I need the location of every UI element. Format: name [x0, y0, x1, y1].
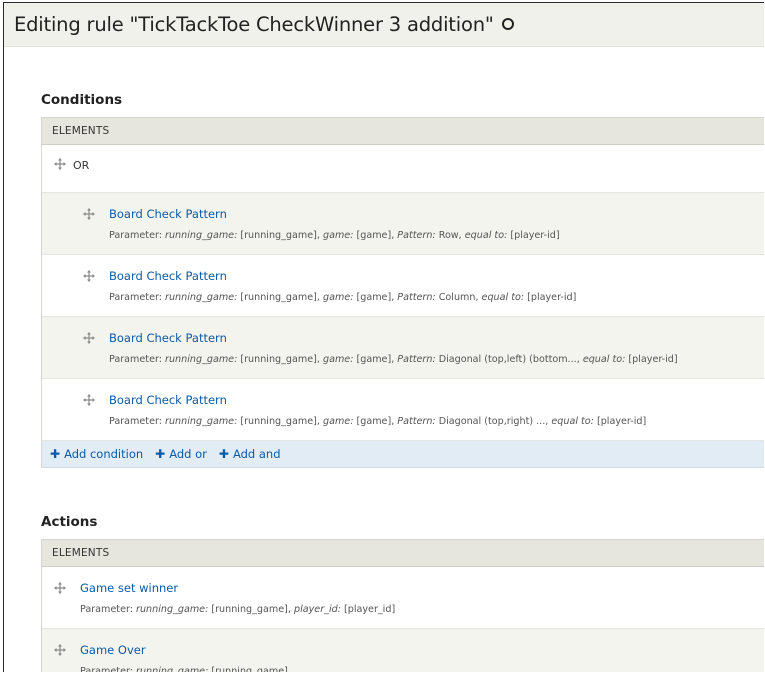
add-condition-link[interactable]: ✚ Add condition — [50, 447, 143, 461]
parameter-key: equal to: — [481, 292, 525, 303]
parameter-prefix: Parameter: — [109, 416, 166, 427]
parameter-value: [player-id] — [524, 292, 577, 303]
action-list: Game set winner Parameter: running_game: … — [42, 567, 764, 672]
parameter-key: Pattern: — [397, 230, 436, 241]
parameter-key: running_game: — [136, 604, 209, 615]
actions-table-header: ELEMENTS — [42, 540, 764, 567]
parameter-summary: Parameter: running_game: [running_game] — [80, 666, 288, 672]
parameter-prefix: Parameter: — [109, 292, 166, 303]
action-row: Game set winner Parameter: running_game: … — [42, 567, 764, 629]
condition-row: Board Check Pattern Parameter: running_ga… — [42, 317, 764, 379]
parameter-value: [game], — [353, 416, 398, 427]
condition-label[interactable]: Board Check Pattern — [109, 207, 227, 221]
parameter-value: [running_game], — [237, 416, 323, 427]
action-row: Game Over Parameter: running_game: [runni… — [42, 629, 764, 672]
conditions-table-header: ELEMENTS — [42, 118, 764, 145]
parameter-key: running_game: — [136, 666, 209, 672]
drag-handle-icon[interactable] — [83, 208, 95, 220]
parameter-summary: Parameter: running_game: [running_game],… — [109, 354, 678, 365]
parameter-prefix: Parameter: — [80, 604, 137, 615]
parameter-key: running_game: — [165, 292, 238, 303]
condition-row: Board Check Pattern Parameter: running_ga… — [42, 255, 764, 317]
condition-label[interactable]: Board Check Pattern — [109, 331, 227, 345]
condition-label[interactable]: Board Check Pattern — [109, 269, 227, 283]
parameter-summary: Parameter: running_game: [running_game],… — [109, 292, 576, 303]
drag-handle-icon[interactable] — [83, 270, 95, 282]
page-title: Editing rule "TickTackToe CheckWinner 3 … — [14, 13, 494, 36]
parameter-value: [running_game] — [208, 666, 288, 672]
parameter-value: Row, — [435, 230, 465, 241]
parameter-key: game: — [322, 292, 354, 303]
parameter-summary: Parameter: running_game: [running_game],… — [80, 604, 395, 615]
rule-editor-frame: Editing rule "TickTackToe CheckWinner 3 … — [3, 2, 764, 672]
settings-dot-icon[interactable] — [501, 17, 514, 30]
parameter-prefix: Parameter: — [109, 354, 166, 365]
parameter-value: [player-id] — [625, 354, 678, 365]
parameter-key: game: — [322, 230, 354, 241]
parameter-value: Diagonal (top,right) ..., — [435, 416, 552, 427]
action-label[interactable]: Game Over — [80, 643, 146, 657]
parameter-key: equal to: — [582, 354, 626, 365]
plus-icon: ✚ — [50, 447, 61, 461]
conditions-add-bar: ✚ Add condition ✚ Add or ✚ Add and — [42, 441, 764, 468]
parameter-key: Pattern: — [397, 354, 436, 365]
parameter-value: [game], — [353, 292, 398, 303]
parameter-prefix: Parameter: — [109, 230, 166, 241]
parameter-key: equal to: — [551, 416, 594, 427]
parameter-value: [running_game], — [208, 604, 294, 615]
actions-table: ELEMENTS Game set winner Parameter: runni… — [41, 539, 764, 672]
drag-handle-icon[interactable] — [54, 644, 66, 656]
parameter-value: [player_id] — [340, 604, 396, 615]
parameter-value: [running_game], — [237, 230, 323, 241]
parameter-value: [game], — [353, 354, 398, 365]
parameter-key: running_game: — [165, 230, 238, 241]
parameter-prefix: Parameter: — [80, 666, 137, 672]
parameter-key: Pattern: — [397, 292, 436, 303]
parameter-key: running_game: — [165, 416, 238, 427]
page-header: Editing rule "TickTackToe CheckWinner 3 … — [4, 3, 764, 47]
drag-handle-icon[interactable] — [54, 582, 66, 594]
actions-heading: Actions — [41, 514, 98, 530]
parameter-value: [game], — [353, 230, 398, 241]
conditions-heading: Conditions — [41, 92, 123, 108]
parameter-value: Column, — [435, 292, 482, 303]
parameter-summary: Parameter: running_game: [running_game],… — [109, 416, 646, 427]
condition-label[interactable]: Board Check Pattern — [109, 393, 227, 407]
parameter-value: [running_game], — [237, 292, 323, 303]
parameter-key: running_game: — [165, 354, 238, 365]
drag-handle-icon[interactable] — [54, 158, 66, 170]
plus-icon: ✚ — [218, 447, 229, 461]
parameter-key: Pattern: — [397, 416, 436, 427]
action-label[interactable]: Game set winner — [80, 581, 178, 595]
parameter-value: [player-id] — [593, 416, 647, 427]
parameter-summary: Parameter: running_game: [running_game],… — [109, 230, 560, 241]
add-and-link[interactable]: ✚ Add and — [219, 447, 281, 461]
parameter-key: player_id: — [293, 604, 341, 615]
add-or-link[interactable]: ✚ Add or — [155, 447, 207, 461]
condition-list: Board Check Pattern Parameter: running_ga… — [42, 193, 764, 441]
drag-handle-icon[interactable] — [83, 332, 95, 344]
or-group-label: OR — [73, 159, 90, 172]
parameter-value: [player-id] — [507, 230, 560, 241]
parameter-key: equal to: — [464, 230, 508, 241]
condition-row: Board Check Pattern Parameter: running_ga… — [42, 193, 764, 255]
parameter-value: [running_game], — [237, 354, 323, 365]
drag-handle-icon[interactable] — [83, 394, 95, 406]
plus-icon: ✚ — [155, 447, 166, 461]
parameter-value: Diagonal (top,left) (bottom..., — [435, 354, 583, 365]
parameter-key: game: — [322, 416, 354, 427]
condition-row: Board Check Pattern Parameter: running_ga… — [42, 379, 764, 441]
parameter-key: game: — [322, 354, 354, 365]
conditions-table: ELEMENTS OR Board Check Pattern Parameter… — [41, 117, 764, 468]
or-row: OR — [42, 145, 764, 193]
